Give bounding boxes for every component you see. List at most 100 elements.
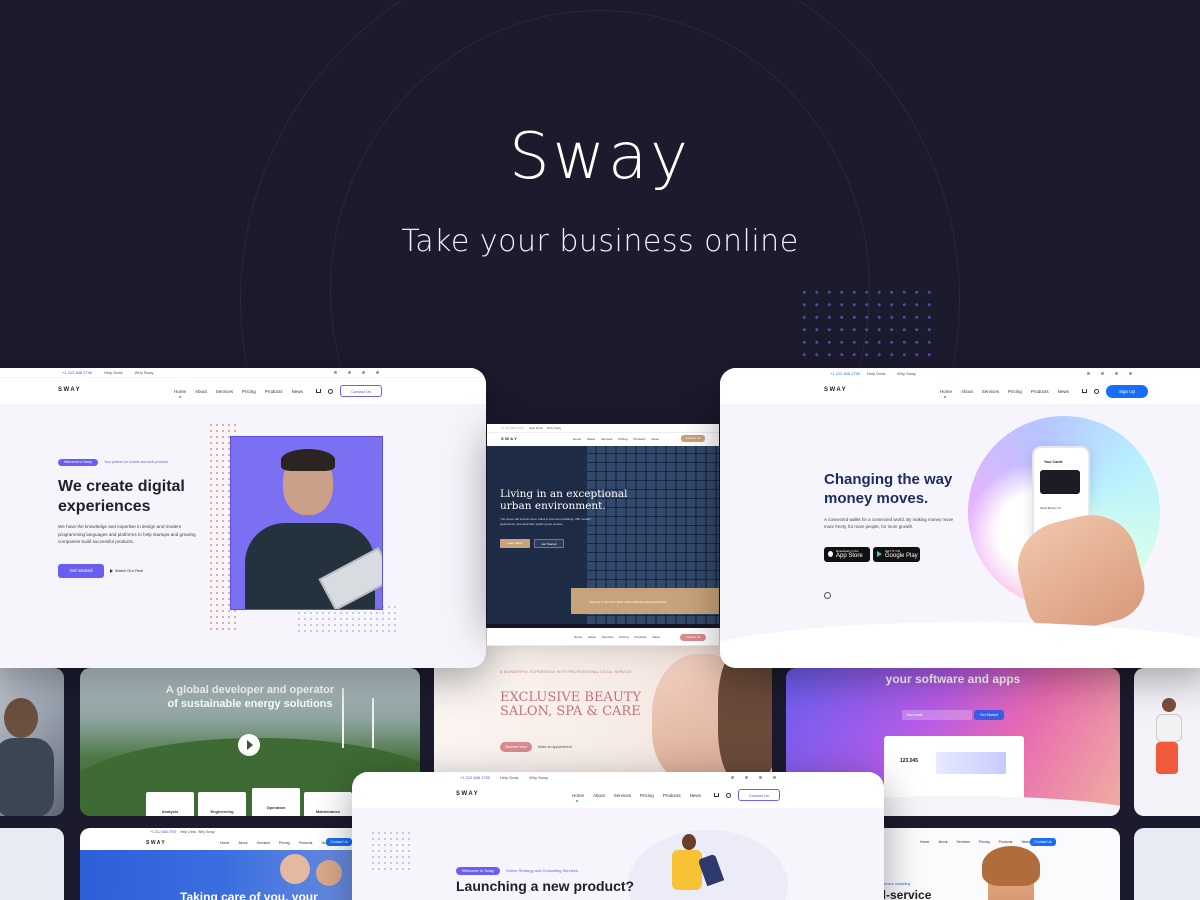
beauty-discover-button[interactable]: Discover More — [500, 742, 532, 752]
nav-products[interactable]: Products — [265, 389, 283, 394]
search-icon[interactable] — [726, 793, 731, 798]
service-label: Engineering — [210, 809, 234, 814]
nav-home[interactable]: Home — [174, 389, 186, 394]
nav-item[interactable]: Pricing — [279, 841, 290, 845]
nav-home[interactable]: Home — [572, 793, 584, 798]
nav-item[interactable]: About — [587, 437, 595, 441]
nav-home[interactable]: Home — [940, 389, 952, 394]
dribbble-icon[interactable] — [376, 371, 379, 374]
nav-item[interactable]: Products — [999, 840, 1013, 844]
play-icon[interactable] — [110, 569, 113, 573]
fullservice-contact-button[interactable]: Contact Us — [1030, 838, 1056, 846]
nav-item[interactable]: Services — [601, 437, 613, 441]
cart-icon[interactable] — [714, 793, 719, 797]
nav-item[interactable]: Products — [299, 841, 313, 845]
site-logo[interactable]: SWAY — [824, 387, 847, 393]
topbar-phone[interactable]: +1 212 846 2700 — [830, 371, 860, 376]
site-logo[interactable]: SWAY — [58, 387, 81, 393]
family-logo[interactable]: SWAY — [146, 840, 166, 846]
topbar-why[interactable]: Why Sway — [897, 371, 916, 376]
topbar-why[interactable]: Why Sway — [135, 370, 154, 375]
nav-item[interactable]: Pricing — [618, 437, 627, 441]
nav-item[interactable]: Home — [220, 841, 229, 845]
dribbble-icon[interactable] — [1129, 372, 1132, 375]
sign-up-button[interactable]: Sign Up — [1106, 385, 1148, 398]
watch-reel-link[interactable]: Watch Our Reel — [115, 568, 143, 573]
nav-item[interactable]: News — [1021, 840, 1030, 844]
nav-news[interactable]: News — [1058, 389, 1069, 394]
facebook-icon[interactable] — [334, 371, 337, 374]
topbar-help[interactable]: Help Desk — [529, 426, 543, 430]
nav-item[interactable]: Services — [602, 635, 614, 639]
cart-icon[interactable] — [316, 389, 321, 393]
card-fintech: +1 212 846 2700 Help Desk Why Sway SWAY … — [720, 368, 1200, 668]
site-logo[interactable]: SWAY — [501, 436, 518, 441]
beauty-appointment-link[interactable]: Make an Appointment — [538, 745, 572, 749]
twitter-icon[interactable] — [348, 371, 351, 374]
nav-item[interactable]: About — [238, 841, 247, 845]
nav-services[interactable]: Services — [614, 793, 631, 798]
get-started-button[interactable]: Get Started — [534, 539, 564, 548]
nav-news[interactable]: News — [292, 389, 303, 394]
nav-item[interactable]: Home — [920, 840, 929, 844]
nav-services[interactable]: Services — [982, 389, 999, 394]
nav-products[interactable]: Products — [663, 793, 681, 798]
twitter-icon[interactable] — [745, 776, 748, 779]
beauty-strip-contact-button[interactable]: Contact Us — [680, 634, 706, 641]
nav-item[interactable]: About — [588, 635, 596, 639]
topbar-phone[interactable]: +1 212 846 2700 — [460, 775, 490, 780]
topbar-why[interactable]: Why Sway — [529, 775, 548, 780]
nav-item[interactable]: News — [651, 437, 659, 441]
get-started-button[interactable]: Get Started — [58, 564, 104, 578]
contact-us-button[interactable]: Contact Us — [738, 789, 780, 801]
facebook-icon[interactable] — [731, 776, 734, 779]
service-card[interactable] — [252, 788, 300, 816]
scroll-down-icon[interactable] — [824, 592, 831, 599]
nav-about[interactable]: About — [195, 389, 207, 394]
topbar-help[interactable]: Help Desk — [104, 370, 122, 375]
nav-item[interactable]: Home — [574, 635, 582, 639]
nav-about[interactable]: About — [593, 793, 605, 798]
search-icon[interactable] — [328, 389, 333, 394]
twitter-icon[interactable] — [1101, 372, 1104, 375]
main-headline: experiences — [58, 498, 151, 515]
topbar-help[interactable]: Help Desk — [867, 371, 885, 376]
card-digital-experiences: +1 212 846 2700 Help Desk Why Sway SWAY … — [0, 368, 486, 668]
nav-item[interactable]: About — [938, 840, 947, 844]
nav-item[interactable]: Products — [634, 437, 646, 441]
dribbble-icon[interactable] — [773, 776, 776, 779]
topbar-phone[interactable]: +1 212 846 2700 — [501, 426, 524, 430]
site-logo[interactable]: SWAY — [456, 791, 479, 797]
search-icon[interactable] — [1094, 389, 1099, 394]
nav-news[interactable]: News — [690, 793, 701, 798]
nav-item[interactable]: News — [652, 635, 660, 639]
nav-item[interactable]: Products — [635, 635, 647, 639]
nav-services[interactable]: Services — [216, 389, 233, 394]
nav-item[interactable]: Home — [573, 437, 581, 441]
cart-icon[interactable] — [1082, 389, 1087, 393]
nav-pricing[interactable]: Pricing — [242, 389, 256, 394]
topbar-why[interactable]: Why Sway — [547, 426, 561, 430]
contact-us-button[interactable]: Contact Us — [340, 385, 382, 397]
nav-item[interactable]: Pricing — [979, 840, 990, 844]
topbar-help[interactable]: Help Desk — [500, 775, 518, 780]
nav-pricing[interactable]: Pricing — [640, 793, 654, 798]
learn-more-button[interactable]: Learn More — [500, 539, 530, 548]
email-placeholder: Your email — [906, 713, 923, 717]
contact-us-button[interactable]: Contact Us — [681, 435, 705, 442]
nav-about[interactable]: About — [961, 389, 973, 394]
nav-item[interactable]: Services — [957, 840, 970, 844]
family-contact-button[interactable]: Contact Us — [326, 838, 352, 846]
nav-pricing[interactable]: Pricing — [1008, 389, 1022, 394]
topbar-phone[interactable]: +1 212 846 2700 — [62, 370, 92, 375]
main-nav: Home About Services Pricing Products News — [940, 389, 1069, 394]
nav-products[interactable]: Products — [1031, 389, 1049, 394]
nav-item[interactable]: Pricing — [619, 635, 628, 639]
instagram-icon[interactable] — [362, 371, 365, 374]
software-get-started-button[interactable]: Get Started — [974, 710, 1004, 720]
facebook-icon[interactable] — [1087, 372, 1090, 375]
nav-item[interactable]: Services — [257, 841, 270, 845]
instagram-icon[interactable] — [1115, 372, 1118, 375]
main-nav: Home About Services Pricing Products News — [573, 437, 659, 441]
instagram-icon[interactable] — [759, 776, 762, 779]
